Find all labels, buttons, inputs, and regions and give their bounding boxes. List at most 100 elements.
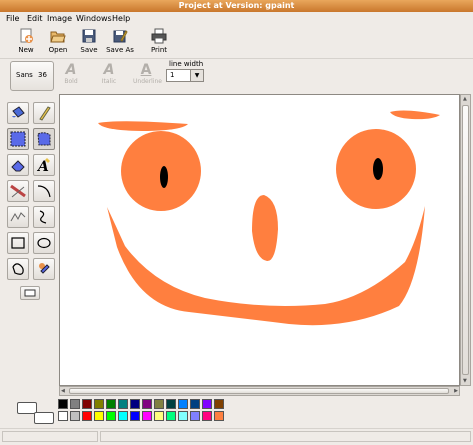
freehand-select-icon xyxy=(37,132,51,146)
menu-bar: File Edit Image Windows Help xyxy=(0,12,473,25)
bold-icon: A xyxy=(65,62,77,78)
scroll-right-icon[interactable]: ▶ xyxy=(454,388,458,394)
palette-swatch[interactable] xyxy=(178,411,188,421)
palette-swatch[interactable] xyxy=(166,411,176,421)
background-color[interactable] xyxy=(34,412,54,424)
palette-swatch[interactable] xyxy=(190,411,200,421)
vertical-scrollbar[interactable]: ▲ ▼ xyxy=(460,94,471,386)
oval-tool[interactable] xyxy=(33,232,55,254)
palette-swatch[interactable] xyxy=(214,399,224,409)
freehand-shape-icon xyxy=(12,263,24,275)
new-document-icon xyxy=(20,28,33,43)
new-button[interactable]: New xyxy=(11,28,41,56)
palette-swatch[interactable] xyxy=(142,399,152,409)
vertical-scroll-thumb[interactable] xyxy=(462,105,469,375)
palette-swatch[interactable] xyxy=(166,399,176,409)
paint-bucket-icon xyxy=(12,106,25,118)
underline-button[interactable]: A Underline xyxy=(133,62,162,85)
freehand-pen-icon xyxy=(39,210,47,224)
palette-swatch[interactable] xyxy=(82,399,92,409)
scroll-left-icon[interactable]: ◀ xyxy=(61,388,65,394)
print-button[interactable]: Print xyxy=(144,28,174,56)
menu-file[interactable]: File xyxy=(6,14,19,23)
palette-swatch[interactable] xyxy=(82,411,92,421)
italic-button[interactable]: A Italic xyxy=(96,62,122,85)
color-selector xyxy=(14,400,56,426)
palette-swatch[interactable] xyxy=(142,411,152,421)
palette-swatch[interactable] xyxy=(106,399,116,409)
palette-swatch[interactable] xyxy=(154,411,164,421)
color-picker-icon xyxy=(39,263,50,274)
canvas-preview-button[interactable] xyxy=(20,286,40,300)
freehand-shape-tool[interactable] xyxy=(7,258,29,280)
lasso-tool[interactable] xyxy=(33,102,55,124)
rectangle-tool[interactable] xyxy=(7,232,29,254)
text-icon: A xyxy=(36,158,50,173)
scroll-down-icon[interactable]: ▼ xyxy=(463,378,467,384)
left-pupil xyxy=(160,166,168,188)
font-selector[interactable]: Sans 36 xyxy=(10,61,54,91)
nose xyxy=(252,195,278,262)
palette-swatch[interactable] xyxy=(154,399,164,409)
font-size: 36 xyxy=(38,71,47,79)
freehand-select-tool[interactable] xyxy=(33,128,55,150)
palette-swatch[interactable] xyxy=(130,399,140,409)
bold-button[interactable]: A Bold xyxy=(58,62,84,85)
menu-image[interactable]: Image xyxy=(47,14,72,23)
pen-tool[interactable] xyxy=(33,206,55,228)
curve-icon xyxy=(37,185,51,198)
text-tool[interactable]: A xyxy=(33,154,55,176)
menu-edit[interactable]: Edit xyxy=(27,14,43,23)
underline-icon: A xyxy=(140,62,152,78)
save-as-icon xyxy=(113,30,128,43)
scroll-up-icon[interactable]: ▲ xyxy=(463,96,467,102)
line-width-select[interactable]: 1 ▼ xyxy=(166,69,204,82)
palette-swatch[interactable] xyxy=(94,411,104,421)
rect-select-icon xyxy=(10,131,26,147)
horizontal-scroll-thumb[interactable] xyxy=(69,388,449,394)
palette-swatch[interactable] xyxy=(70,411,80,421)
menu-help[interactable]: Help xyxy=(112,14,130,23)
save-as-button[interactable]: Save As xyxy=(105,28,135,56)
rectangle-icon xyxy=(11,237,25,249)
menu-windows[interactable]: Windows xyxy=(76,14,112,23)
font-name: Sans xyxy=(16,71,33,79)
curve-tool[interactable] xyxy=(33,180,55,202)
color-picker-tool[interactable] xyxy=(33,258,55,280)
open-button[interactable]: Open xyxy=(43,28,73,56)
eraser-icon xyxy=(11,160,25,172)
line-tool[interactable] xyxy=(7,180,29,202)
canvas-drawing xyxy=(98,110,440,326)
left-eyebrow xyxy=(98,121,188,131)
palette-swatch[interactable] xyxy=(130,411,140,421)
palette-swatch[interactable] xyxy=(106,411,116,421)
paint-bucket-tool[interactable] xyxy=(7,102,29,124)
palette-swatch[interactable] xyxy=(190,399,200,409)
palette-swatch[interactable] xyxy=(178,399,188,409)
main-toolbar: New Open Save Save As Print xyxy=(0,26,473,59)
horizontal-scrollbar[interactable]: ◀ ▶ xyxy=(59,386,460,396)
palette-swatch[interactable] xyxy=(214,411,224,421)
palette-swatch[interactable] xyxy=(202,411,212,421)
printer-icon xyxy=(151,28,167,44)
status-segment-right xyxy=(100,431,471,442)
palette-swatch[interactable] xyxy=(94,399,104,409)
palette-swatch[interactable] xyxy=(58,411,68,421)
palette-swatch[interactable] xyxy=(118,399,128,409)
brush-tool[interactable] xyxy=(7,206,29,228)
oval-icon xyxy=(37,237,51,249)
chevron-down-icon: ▼ xyxy=(190,70,203,81)
palette-swatch[interactable] xyxy=(118,411,128,421)
palette-swatch[interactable] xyxy=(58,399,68,409)
rect-select-tool[interactable] xyxy=(7,128,29,150)
save-button[interactable]: Save xyxy=(74,28,104,56)
text-toolbar: Sans 36 A Bold A Italic A Underline line… xyxy=(0,58,473,94)
palette-swatch[interactable] xyxy=(70,399,80,409)
floppy-disk-icon xyxy=(82,29,96,43)
tool-palette: A xyxy=(5,98,57,388)
drawing-canvas[interactable] xyxy=(59,94,460,386)
palette-swatch[interactable] xyxy=(202,399,212,409)
right-pupil xyxy=(373,158,383,180)
eraser-tool[interactable] xyxy=(7,154,29,176)
lasso-icon xyxy=(39,106,51,121)
